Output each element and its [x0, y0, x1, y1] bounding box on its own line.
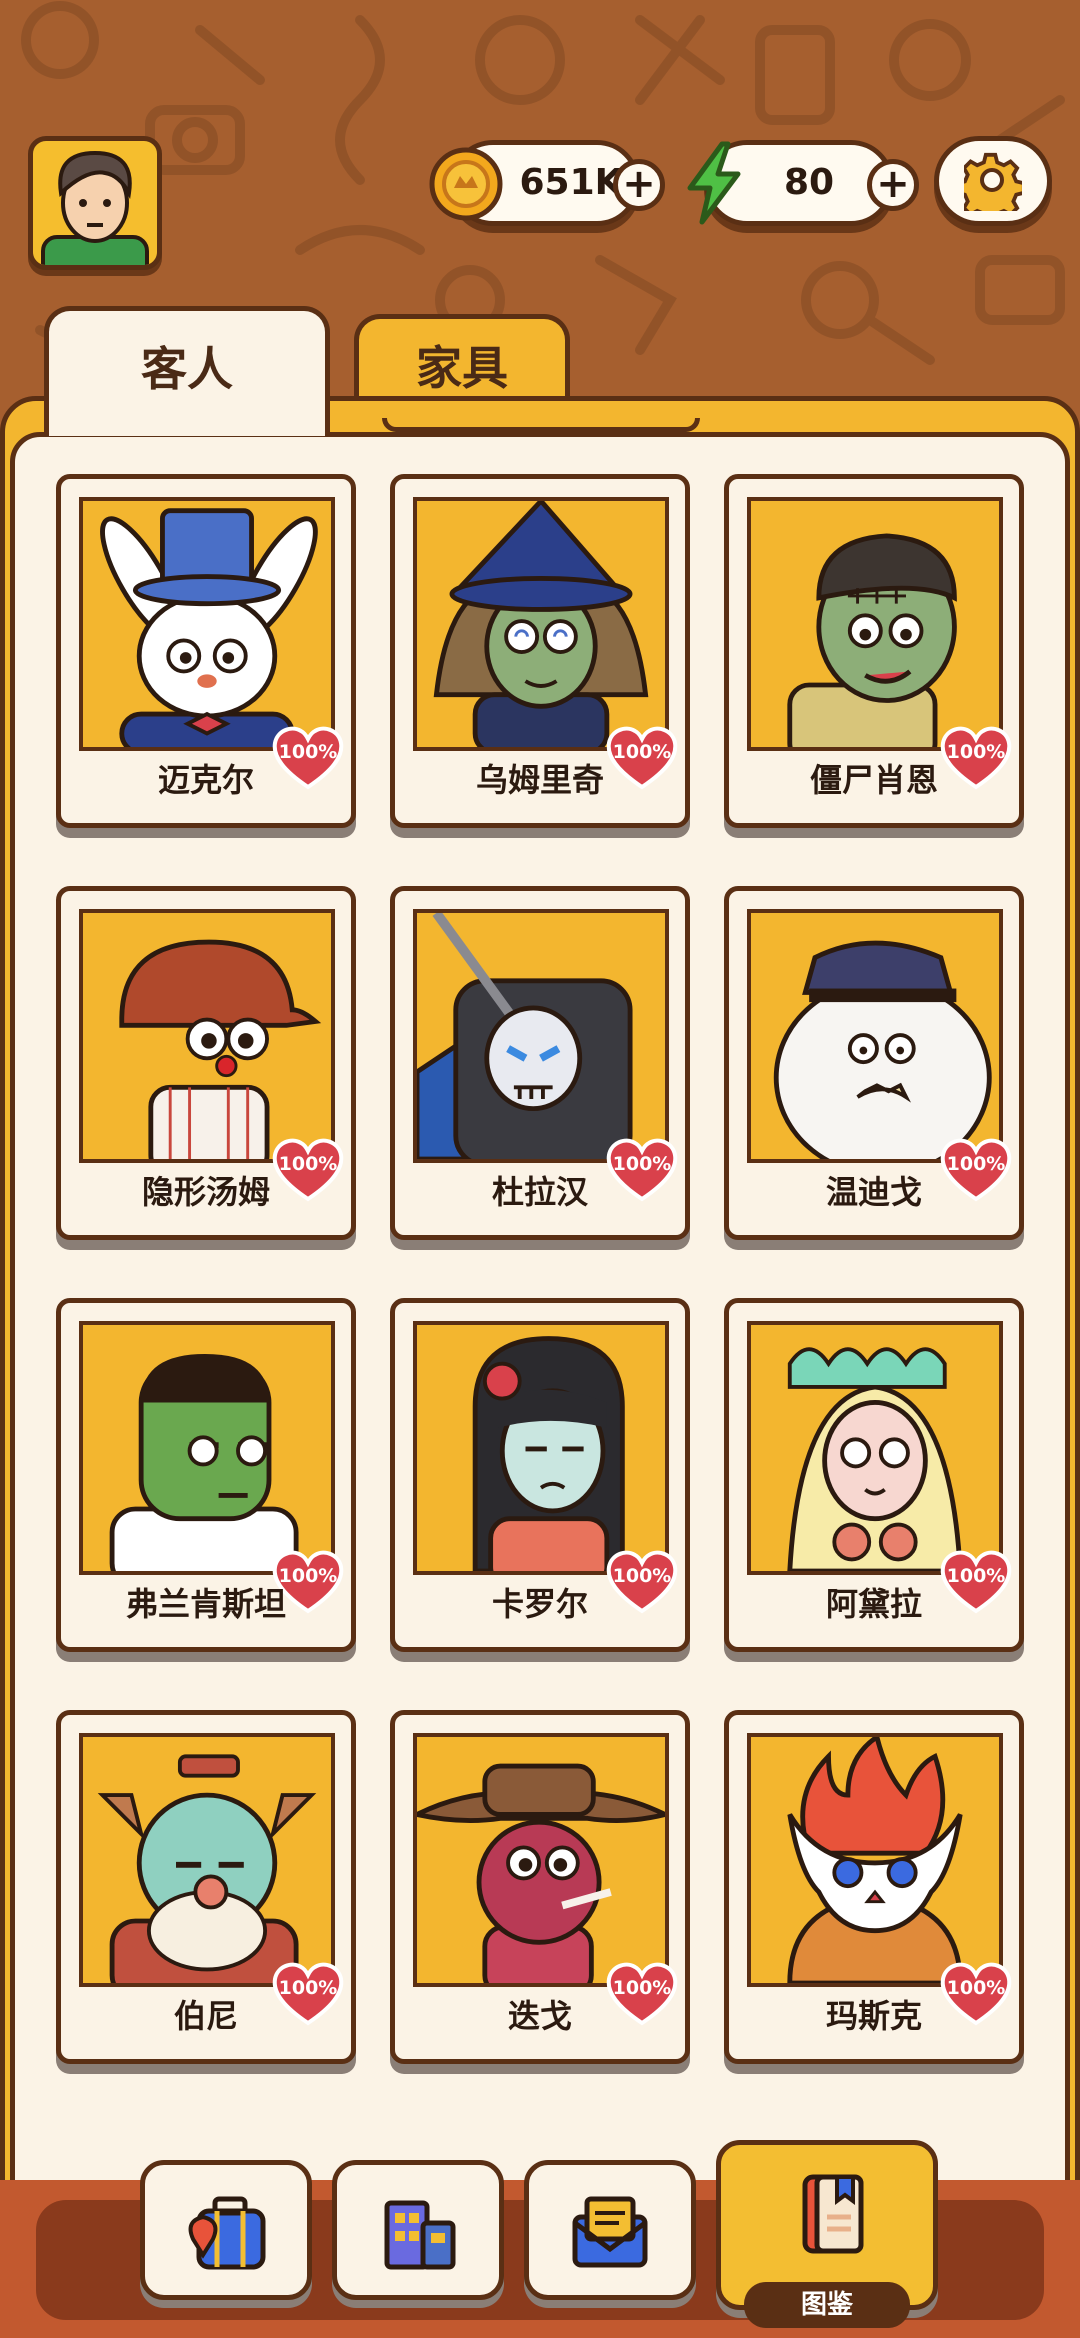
add-coins-button[interactable]: + — [613, 159, 665, 211]
guest-name: 卡罗尔 — [491, 1585, 588, 1623]
guest-portrait — [413, 497, 669, 751]
guest-name: 杜拉汉 — [491, 1173, 588, 1211]
nav-mail-button[interactable] — [524, 2160, 696, 2300]
building-icon — [384, 2200, 456, 2270]
guest-portrait — [413, 1733, 669, 1987]
headless-knight-icon — [417, 913, 633, 1159]
guest-card-adela[interactable]: 100% 阿黛拉 — [724, 1298, 1024, 1652]
guest-card-diego[interactable]: 100% 迭戈 — [390, 1710, 690, 2064]
add-energy-button[interactable]: + — [867, 159, 919, 211]
guest-portrait — [79, 1733, 335, 1987]
avatar-icon — [41, 150, 149, 265]
yeti-captain-icon — [773, 940, 992, 1159]
panel-notch — [382, 418, 700, 432]
zombie-icon — [787, 533, 957, 747]
guest-portrait — [747, 1733, 1003, 1987]
guest-card-carol[interactable]: 100% 卡罗尔 — [390, 1298, 690, 1652]
witch-icon — [433, 501, 649, 747]
guest-name: 僵尸肖恩 — [809, 761, 938, 799]
guest-portrait — [79, 497, 335, 751]
guest-card-mask[interactable]: 100% 玛斯克 — [724, 1710, 1024, 2064]
gear-icon — [964, 152, 1022, 211]
energy-value: 80 — [783, 162, 835, 203]
guest-card-zombie-sean[interactable]: 100% 僵尸肖恩 — [724, 474, 1024, 828]
lightning-icon — [687, 141, 741, 225]
nav-building-button[interactable] — [332, 2160, 504, 2300]
guest-portrait — [79, 909, 335, 1163]
old-goblin-icon — [97, 1754, 317, 1983]
guest-name: 阿黛拉 — [825, 1585, 922, 1623]
mermaid-icon — [787, 1347, 963, 1571]
mail-icon — [572, 2196, 648, 2268]
cowboy-lizard-icon — [417, 1763, 665, 1983]
guest-portrait — [747, 497, 1003, 751]
rabbit-magician-icon — [100, 508, 318, 747]
guest-name: 隐形汤姆 — [141, 1173, 270, 1211]
guest-card-michael[interactable]: 100% 迈克尔 — [56, 474, 356, 828]
fire-mask-icon — [787, 1737, 963, 1983]
guest-name: 迈克尔 — [157, 761, 254, 799]
guest-name: 玛斯克 — [825, 1997, 922, 2035]
nav-collection-label: 图鉴 — [744, 2282, 910, 2328]
guest-name: 伯尼 — [173, 1997, 238, 2035]
guest-portrait — [413, 909, 669, 1163]
guest-name: 温迪戈 — [825, 1173, 922, 1211]
suitcase-icon — [188, 2196, 266, 2270]
guest-card-bernie[interactable]: 100% 伯尼 — [56, 1710, 356, 2064]
guest-card-invisible-tom[interactable]: 100% 隐形汤姆 — [56, 886, 356, 1240]
guest-portrait — [79, 1321, 335, 1575]
guest-card-frankenstein[interactable]: 100% 弗兰肯斯坦 — [56, 1298, 356, 1652]
guest-portrait — [747, 1321, 1003, 1575]
guest-name: 迭戈 — [507, 1997, 572, 2035]
guest-card-dullahan[interactable]: 100% 杜拉汉 — [390, 886, 690, 1240]
invisible-baseball-player-icon — [119, 939, 322, 1159]
ghost-girl-icon — [472, 1336, 625, 1571]
guest-card-wendigo[interactable]: 100% 温迪戈 — [724, 886, 1024, 1240]
guest-portrait — [413, 1321, 669, 1575]
tab-guests[interactable]: 客人 — [44, 306, 330, 436]
player-avatar[interactable] — [28, 136, 162, 270]
guest-portrait — [747, 909, 1003, 1163]
guest-card-umbridge[interactable]: 100% 乌姆里奇 — [390, 474, 690, 828]
frankenstein-icon — [109, 1354, 299, 1571]
book-icon — [802, 2174, 864, 2254]
guest-name: 乌姆里奇 — [475, 761, 604, 799]
nav-travel-button[interactable] — [140, 2160, 312, 2300]
settings-button[interactable] — [934, 136, 1052, 226]
coin-icon — [429, 147, 503, 221]
guest-name: 弗兰肯斯坦 — [125, 1585, 286, 1623]
